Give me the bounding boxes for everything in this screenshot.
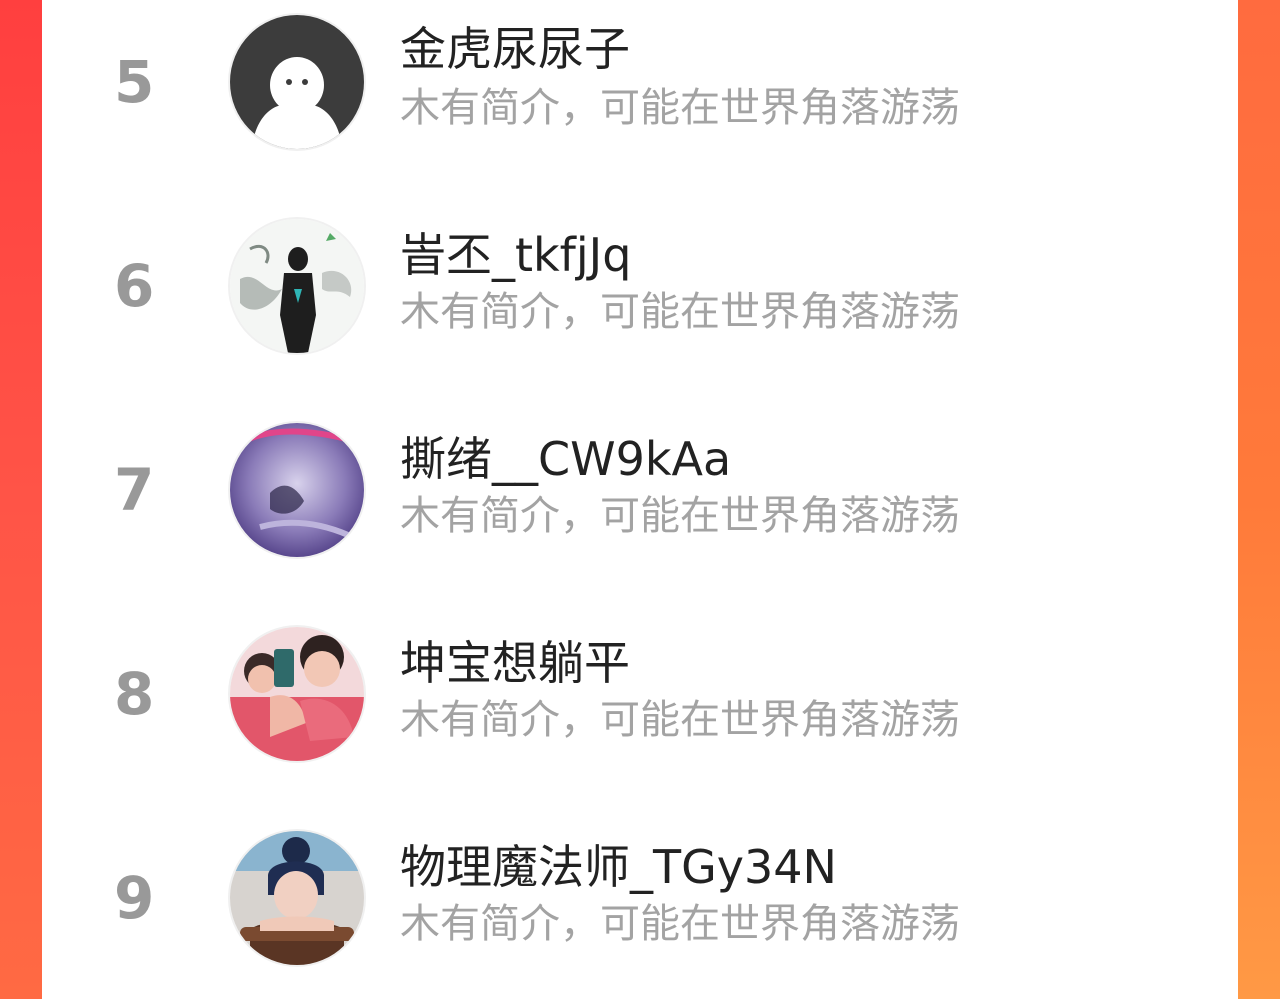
leaderboard-row[interactable]: 8 坤宝想躺平 木有简介，可能在世界角落游荡 bbox=[42, 594, 1238, 794]
user-name[interactable]: 金虎尿尿子 bbox=[400, 26, 630, 72]
user-intro: 木有简介，可能在世界角落游荡 bbox=[400, 85, 960, 131]
rank-number: 7 bbox=[114, 456, 155, 524]
leaderboard-row[interactable]: 6 峕丕_tkfjJq 木有简介，可能在世界角落游荡 bbox=[42, 186, 1238, 386]
rank-number: 5 bbox=[114, 48, 155, 116]
user-name[interactable]: 坤宝想躺平 bbox=[400, 640, 630, 686]
user-name[interactable]: 撕绪__CW9kAa bbox=[400, 436, 731, 482]
leaderboard-row[interactable]: 5 金虎尿尿子 木有简介，可能在世界角落游荡 bbox=[42, 0, 1238, 182]
selfie-photo-avatar-icon[interactable] bbox=[230, 627, 364, 761]
rank-number: 6 bbox=[114, 252, 155, 320]
rank-number: 9 bbox=[114, 864, 155, 932]
leaderboard-row[interactable]: 9 物理魔法师_TGy34N 木有简介，可能在世界角落游荡 bbox=[42, 798, 1238, 998]
user-intro: 木有简介，可能在世界角落游荡 bbox=[400, 493, 960, 539]
user-name[interactable]: 峕丕_tkfjJq bbox=[400, 232, 631, 278]
leaderboard-list: 5 金虎尿尿子 木有简介，可能在世界角落游荡 6 峕丕_tkfjJq 木有简介，… bbox=[42, 0, 1238, 999]
purple-photo-avatar-icon[interactable] bbox=[230, 423, 364, 557]
rank-number: 8 bbox=[114, 660, 155, 728]
portrait-photo-avatar-icon[interactable] bbox=[230, 831, 364, 965]
ink-silhouette-avatar-icon[interactable] bbox=[230, 219, 364, 353]
leaderboard-row[interactable]: 7 撕绪__CW9kAa 木有简介，可能在世界角落游荡 bbox=[42, 390, 1238, 590]
default-ghost-avatar-icon[interactable] bbox=[230, 15, 364, 149]
user-intro: 木有简介，可能在世界角落游荡 bbox=[400, 289, 960, 335]
user-intro: 木有简介，可能在世界角落游荡 bbox=[400, 901, 960, 947]
left-gradient-border bbox=[0, 0, 42, 999]
right-gradient-border bbox=[1238, 0, 1280, 999]
user-intro: 木有简介，可能在世界角落游荡 bbox=[400, 697, 960, 743]
user-name[interactable]: 物理魔法师_TGy34N bbox=[400, 844, 837, 890]
